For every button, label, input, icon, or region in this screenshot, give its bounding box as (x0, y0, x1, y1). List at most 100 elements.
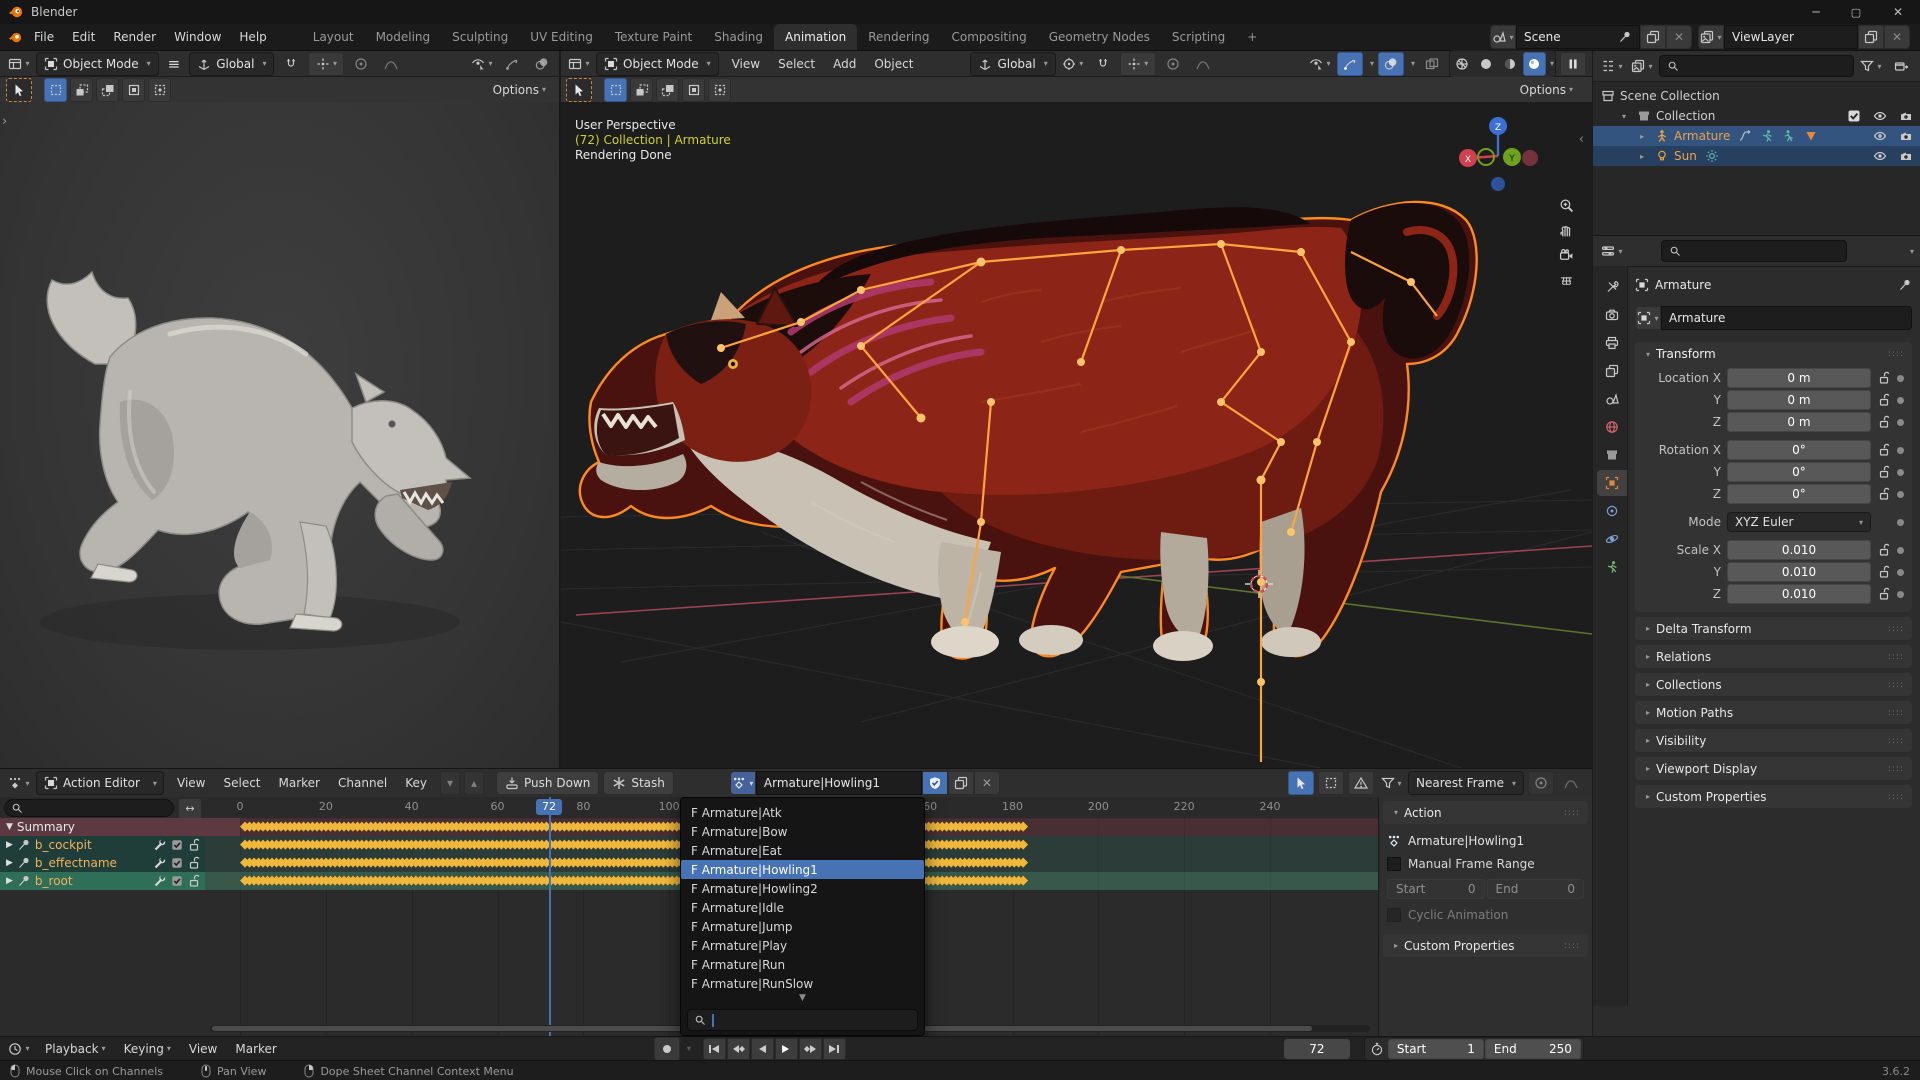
animate-dot[interactable] (1897, 547, 1904, 554)
shading-wireframe-button[interactable] (1451, 52, 1474, 76)
eye-toggle-icon[interactable] (1873, 129, 1887, 143)
lock-icon[interactable] (1877, 565, 1891, 579)
pause-render-button[interactable] (1560, 52, 1586, 76)
viewport-menu-view[interactable]: View (723, 53, 769, 75)
properties-tab-output[interactable] (1597, 330, 1627, 356)
object-id-dropdown[interactable]: ▾ (1635, 306, 1661, 330)
panel-viewport-display[interactable]: ▸Viewport Display:::: (1635, 757, 1912, 780)
jump-to-start-button[interactable] (703, 1038, 726, 1060)
workspace-tab--[interactable]: + (1236, 24, 1268, 50)
timeline-menu-view[interactable]: View (180, 1038, 226, 1060)
eye-toggle-icon[interactable] (1873, 109, 1887, 123)
select-mode-subtract-button[interactable] (96, 78, 119, 102)
properties-tab-scene[interactable] (1597, 386, 1627, 412)
xray-toggle[interactable] (1419, 52, 1445, 76)
box-select-tool[interactable] (1318, 771, 1344, 795)
select-mode-intersect-button[interactable] (148, 78, 171, 102)
properties-tab-physics[interactable] (1597, 526, 1627, 552)
previous-keyframe-button[interactable] (727, 1038, 750, 1060)
select-mode-invert-button[interactable] (682, 78, 705, 102)
select-mode-invert-button[interactable] (122, 78, 145, 102)
lock-icon[interactable] (1877, 487, 1891, 501)
animate-dot[interactable] (1897, 591, 1904, 598)
show-gizmo-dropdown[interactable]: ▾ (1307, 52, 1333, 76)
pin-icon[interactable] (1898, 278, 1912, 292)
proportional-edit-toggle[interactable] (1528, 771, 1554, 795)
move-channel-up-button[interactable]: ▴ (464, 771, 484, 795)
pivot-point-dropdown[interactable]: ▾ (1060, 52, 1086, 76)
outliner-display-mode-dropdown[interactable]: ▾ (1629, 54, 1655, 78)
left-mode-dropdown[interactable]: Object Mode▾ (36, 52, 159, 76)
channel-name-label[interactable]: Summary (17, 820, 75, 834)
properties-tab-data[interactable] (1597, 554, 1627, 580)
active-tool-select-box-icon[interactable] (6, 78, 32, 102)
zoom-icon[interactable] (1559, 198, 1574, 213)
panel-relations[interactable]: ▸Relations:::: (1635, 645, 1912, 668)
auto-keying-toggle[interactable] (654, 1037, 680, 1061)
left-gizmos-toggle[interactable] (499, 52, 525, 76)
editor-type-dopesheet-icon[interactable]: ▾ (6, 771, 32, 795)
active-tool-select-box-icon[interactable] (566, 78, 592, 102)
use-preview-range-toggle[interactable] (1370, 1042, 1384, 1056)
outliner-item-label[interactable]: Scene Collection (1620, 89, 1720, 103)
workspace-tab-texture-paint[interactable]: Texture Paint (604, 24, 703, 50)
right-falloff-dropdown[interactable] (1190, 52, 1216, 76)
editor-type-timeline-icon[interactable]: ▾ (6, 1037, 32, 1061)
expand-channels-button[interactable]: ↔ (178, 798, 202, 819)
right-proportional-toggle[interactable] (1160, 52, 1186, 76)
action-dropdown-item[interactable]: F Armature|Idle (681, 898, 924, 917)
breadcrumb-object-label[interactable]: Armature (1655, 278, 1711, 292)
filter-dropdown[interactable]: ▾ (1378, 771, 1404, 795)
dope-menu-select[interactable]: Select (214, 772, 269, 794)
scene-unlink-button[interactable]: ✕ (1666, 25, 1692, 49)
shading-solid-button[interactable] (1475, 52, 1498, 76)
editor-type-properties-icon[interactable]: ▾ (1599, 239, 1625, 263)
transform-value-field[interactable]: 0° (1727, 484, 1871, 504)
lock-icon[interactable] (1877, 371, 1891, 385)
dope-menu-key[interactable]: Key (396, 772, 436, 794)
expand-arrow-icon[interactable]: ▶ (6, 840, 13, 850)
properties-search-input[interactable] (1661, 240, 1847, 262)
pin-icon[interactable] (17, 838, 31, 852)
workspace-tab-shading[interactable]: Shading (703, 24, 774, 50)
shading-rendered-button[interactable] (1523, 52, 1546, 76)
scene-browse-icon[interactable]: ▾ (1490, 25, 1516, 49)
play-reverse-button[interactable] (751, 1038, 774, 1060)
right-mode-dropdown[interactable]: Object Mode▾ (596, 52, 719, 76)
animate-dot[interactable] (1897, 375, 1904, 382)
viewlayer-remove-button[interactable]: ✕ (1884, 25, 1910, 49)
animate-dot[interactable] (1897, 419, 1904, 426)
properties-options-chevron[interactable]: ▾ (1910, 247, 1914, 256)
custom-properties-panel-header[interactable]: ▸Custom Properties:::: (1383, 934, 1588, 957)
left-orientation-dropdown[interactable]: Global▾ (189, 52, 274, 76)
expand-arrow-icon[interactable]: ▶ (6, 876, 13, 886)
left-options-dropdown[interactable]: Options▾ (484, 79, 555, 101)
camera-toggle-icon[interactable] (1899, 109, 1913, 123)
outliner-row-collection[interactable]: ▾Collection (1593, 106, 1920, 126)
left-overlays-toggle[interactable] (529, 52, 555, 76)
expand-arrow-icon[interactable]: ▸ (1640, 152, 1650, 161)
animate-dot[interactable] (1897, 469, 1904, 476)
dope-menu-channel[interactable]: Channel (329, 772, 396, 794)
scene-start-frame-field[interactable]: Start1 (1388, 1039, 1484, 1059)
transform-value-field[interactable]: 0 m (1727, 412, 1871, 432)
workspace-tab-compositing[interactable]: Compositing (940, 24, 1037, 50)
channel-name-label[interactable]: b_root (35, 874, 73, 888)
animate-dot[interactable] (1897, 519, 1904, 526)
transform-value-field[interactable]: 0 m (1727, 368, 1871, 388)
lock-icon[interactable] (1877, 415, 1891, 429)
select-mode-new-button[interactable] (604, 78, 627, 102)
left-visibility-dropdown[interactable]: ▾ (469, 52, 495, 76)
next-keyframe-button[interactable] (799, 1038, 822, 1060)
outliner-item-label[interactable]: Sun (1674, 149, 1697, 163)
clay-wolf-model[interactable] (0, 102, 560, 768)
workspace-tab-animation[interactable]: Animation (774, 24, 857, 50)
scene-copy-button[interactable] (1640, 25, 1666, 49)
current-frame-field[interactable]: 72 (1284, 1039, 1350, 1059)
properties-tab-world[interactable] (1597, 414, 1627, 440)
right-orientation-dropdown[interactable]: Global▾ (970, 52, 1055, 76)
action-dropdown-item[interactable]: F Armature|RunSlow (681, 974, 924, 993)
action-dropdown-item[interactable]: F Armature|Run (681, 955, 924, 974)
jump-to-end-button[interactable] (823, 1038, 846, 1060)
workspace-tab-geometry-nodes[interactable]: Geometry Nodes (1038, 24, 1161, 50)
